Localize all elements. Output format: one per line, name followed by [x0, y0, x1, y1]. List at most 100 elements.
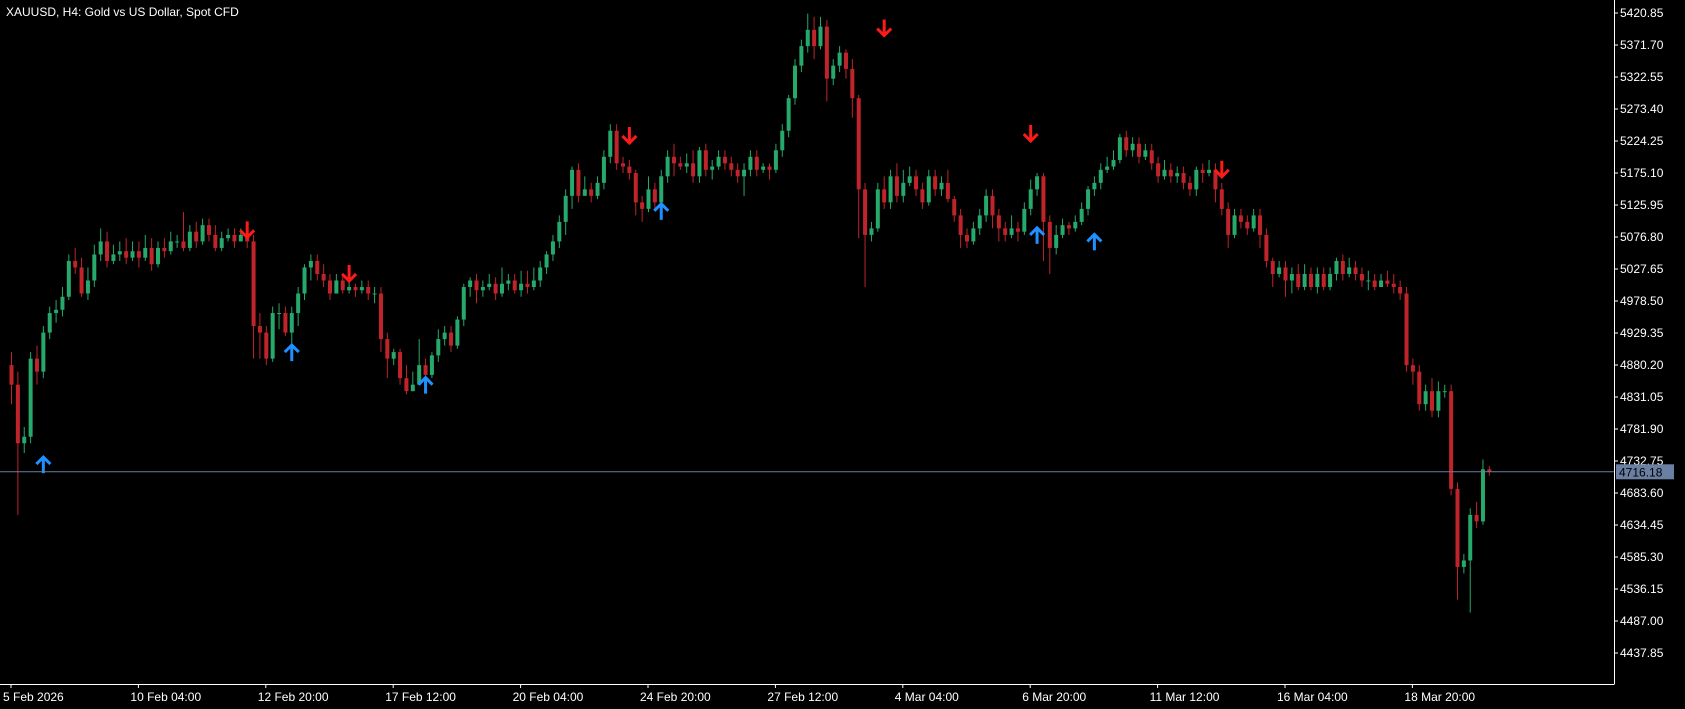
price-chart[interactable]: 5420.85 5371.70 5322.55 5273.40 5224.25 5175.…: [0, 0, 1685, 709]
price-tick-label: 4487.00: [1620, 614, 1664, 628]
candle-body: [557, 221, 562, 242]
candle-body: [570, 169, 575, 196]
candle-body: [1245, 221, 1250, 229]
candle-body: [264, 332, 269, 359]
candle-body: [1022, 208, 1027, 232]
candle-body: [1430, 391, 1435, 411]
candle-body: [684, 163, 689, 167]
candle-body: [735, 169, 740, 177]
candle-body: [79, 267, 84, 294]
candle-body: [480, 287, 485, 291]
candle-body: [54, 309, 59, 314]
candle-body: [939, 182, 944, 190]
candle-body: [754, 156, 759, 170]
candle-body: [786, 98, 791, 131]
candle-body: [767, 166, 772, 170]
candle-body: [1296, 273, 1301, 288]
candle-body: [1302, 273, 1307, 288]
candle-body: [487, 283, 492, 288]
candle-body: [659, 176, 664, 203]
candle-body: [1277, 267, 1282, 274]
price-axis[interactable]: 5420.85 5371.70 5322.55 5273.40 5224.25 5175.…: [1614, 6, 1664, 660]
candle-body: [34, 358, 39, 372]
candle-body: [423, 365, 428, 375]
candle-body: [1398, 287, 1403, 294]
candle-body: [1047, 221, 1052, 248]
candle-body: [47, 313, 52, 333]
candle-body: [372, 293, 377, 295]
candle-body: [429, 355, 434, 375]
candle-body: [1181, 173, 1186, 183]
candle-body: [506, 280, 511, 284]
candle-body: [73, 260, 78, 268]
candle-body: [665, 156, 670, 177]
candle-body: [347, 287, 352, 291]
candle-body: [1417, 371, 1422, 405]
candle-body: [385, 339, 390, 359]
candle-body: [1041, 176, 1046, 222]
candle-body: [391, 352, 396, 359]
candle-body: [85, 280, 90, 294]
candle-body: [1143, 150, 1148, 157]
candle-body: [1315, 273, 1320, 288]
time-tick-label: 11 Mar 12:00: [1150, 690, 1220, 704]
candle-body: [226, 234, 231, 239]
candle-body: [206, 225, 211, 235]
candle-body: [334, 280, 339, 294]
candle-body: [1035, 176, 1040, 190]
candle-body: [442, 332, 447, 340]
candle-body: [780, 130, 785, 151]
candle-body: [257, 326, 262, 333]
price-tick-label: 5224.25: [1620, 134, 1664, 148]
candle-body: [366, 287, 371, 294]
candle-body: [200, 225, 205, 242]
candle-body: [582, 189, 587, 196]
candle-body: [1308, 273, 1313, 288]
price-tick-label: 5273.40: [1620, 102, 1664, 116]
candle-body: [952, 199, 957, 216]
time-tick-label: 6 Mar 20:00: [1022, 690, 1086, 704]
candle-body: [1105, 166, 1110, 170]
candle-body: [1334, 260, 1339, 274]
candle-body: [1442, 391, 1447, 393]
price-tick-label: 4634.45: [1620, 518, 1664, 532]
price-tick-label: 4978.50: [1620, 294, 1664, 308]
candle-body: [1219, 189, 1224, 209]
price-tick-label: 4683.60: [1620, 486, 1664, 500]
candle-body: [850, 68, 855, 99]
candle-body: [678, 163, 683, 167]
candle-body: [213, 234, 218, 248]
candle-body: [143, 247, 148, 258]
candle-body: [1372, 280, 1377, 288]
candle-body: [1066, 225, 1071, 229]
price-tick-label: 5420.85: [1620, 6, 1664, 20]
candle-body: [1226, 208, 1231, 235]
candle-body: [519, 283, 524, 291]
candle-body: [22, 436, 27, 444]
candle-body: [302, 267, 307, 294]
time-tick-label: 16 Mar 04:00: [1277, 690, 1348, 704]
candle-body: [888, 176, 893, 203]
candle-body: [410, 384, 415, 392]
candle-body: [238, 234, 243, 242]
candle-body: [175, 241, 180, 243]
time-tick-label: 24 Feb 20:00: [640, 690, 711, 704]
price-tick-label: 5175.10: [1620, 166, 1664, 180]
chart-background: [0, 0, 1685, 709]
candle-body: [136, 251, 141, 258]
candle-body: [1366, 280, 1371, 282]
candle-body: [1328, 273, 1333, 288]
candle-body: [1194, 169, 1199, 190]
candle-body: [608, 130, 613, 157]
candle-body: [863, 189, 868, 235]
candle-body: [455, 319, 460, 346]
candle-body: [875, 189, 880, 229]
candle-body: [843, 52, 848, 69]
candle-body: [251, 241, 256, 327]
candle-body: [1283, 267, 1288, 281]
candle-body: [716, 156, 721, 167]
time-tick-label: 4 Mar 04:00: [895, 690, 959, 704]
candle-body: [187, 231, 192, 248]
candle-body: [474, 280, 479, 291]
price-tick-label: 4831.05: [1620, 390, 1664, 404]
